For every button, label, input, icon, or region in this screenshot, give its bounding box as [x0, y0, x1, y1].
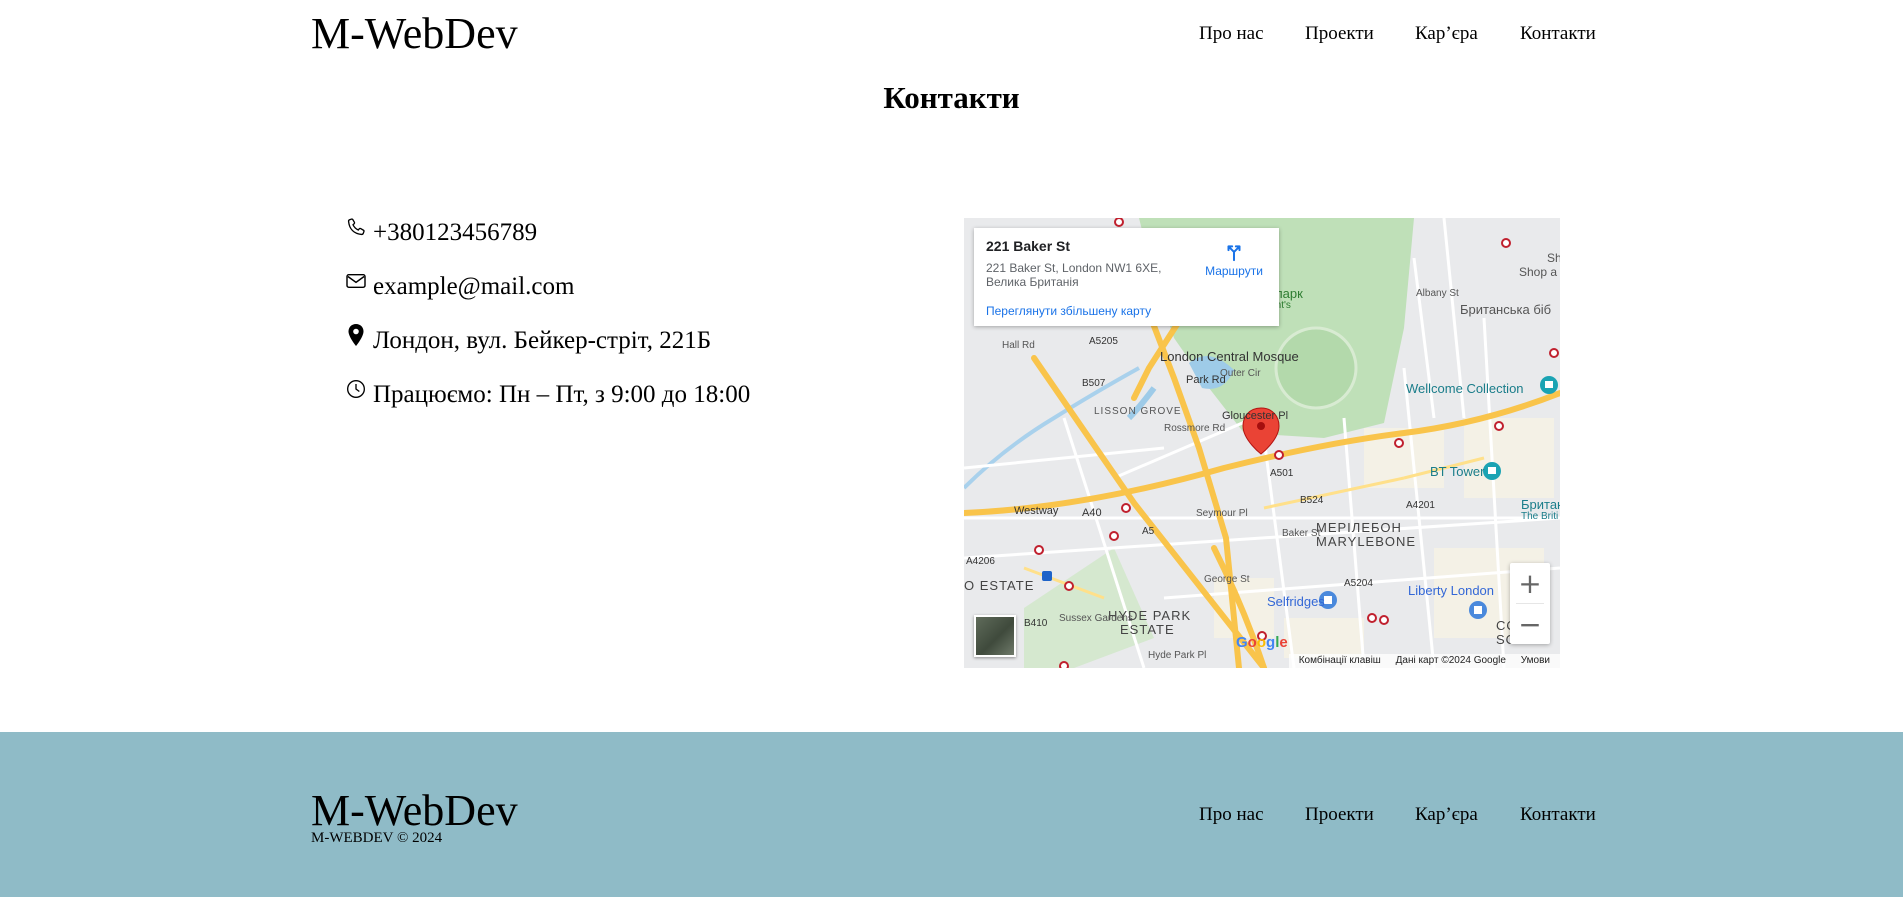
map-label-albany: Albany St: [1416, 288, 1459, 299]
site-header: M-WebDev Про нас Проекти Кар’єра Контакт…: [0, 0, 1903, 70]
map-label-marylebone: MARYLEBONE: [1316, 534, 1417, 549]
zoom-in-button[interactable]: +: [1510, 563, 1550, 603]
contact-phone: +380123456789: [345, 216, 537, 250]
map-label-a5204: A5204: [1344, 578, 1373, 589]
map-pin-icon: [345, 323, 367, 347]
footer-nav-contacts[interactable]: Контакти: [1520, 803, 1596, 827]
zoom-out-button[interactable]: −: [1510, 604, 1550, 644]
map-label-b507: B507: [1082, 378, 1106, 389]
map-card-title: 221 Baker St: [986, 238, 1071, 254]
map-label-british-museum: Британськ: [1521, 497, 1560, 512]
contact-address: Лондон, вул. Бейкер-стріт, 221Б: [345, 324, 711, 358]
footer-nav-projects[interactable]: Проекти: [1305, 803, 1374, 827]
nav-projects[interactable]: Проекти: [1305, 22, 1374, 46]
map-label-a4201: A4201: [1406, 500, 1435, 511]
zoom-controls: + −: [1510, 563, 1550, 644]
map-label-liberty: Liberty London: [1408, 583, 1495, 598]
map-label-estate: O ESTATE: [964, 578, 1035, 593]
map-label-shop2: Shop a: [1519, 265, 1558, 279]
map-label-a4206: A4206: [966, 556, 995, 567]
nav-contacts[interactable]: Контакти: [1520, 22, 1596, 46]
map-label-outer-cir: Outer Cir: [1220, 368, 1261, 379]
map-label-westway: Westway: [1014, 505, 1059, 517]
map-label-b524: B524: [1300, 495, 1324, 506]
map-label-a5205: A5205: [1089, 336, 1118, 347]
keyboard-shortcuts-link[interactable]: Комбінації клавіш: [1299, 655, 1381, 666]
map-label-british-museum-en: The Briti: [1521, 511, 1559, 522]
clock-icon: [345, 377, 367, 401]
site-footer: M-WebDev: [0, 732, 1903, 897]
terms-link[interactable]: Умови: [1521, 655, 1550, 666]
map-label-marylebone-uk: МЕРІЛЕБОН: [1316, 520, 1402, 535]
map-label-a5: A5: [1142, 526, 1155, 537]
map-label-rossmore: Rossmore Rd: [1164, 423, 1226, 434]
map-label-a501: A501: [1270, 468, 1294, 479]
map-label-a40: A40: [1082, 507, 1102, 519]
mail-icon: [345, 269, 367, 293]
map-data-text: Дані карт ©2024 Google: [1395, 655, 1506, 666]
map-info-card: 221 Baker St 221 Baker St, London NW1 6X…: [974, 228, 1279, 326]
map-label-mosque: London Central Mosque: [1160, 349, 1299, 364]
map-label-selfridges: Selfridges: [1267, 594, 1325, 609]
contact-email: example@mail.com: [345, 270, 574, 304]
map-label-b410: B410: [1024, 618, 1048, 629]
map-card-address: 221 Baker St, London NW1 6XE, Велика Бри…: [986, 261, 1162, 289]
map-label-lisson: LISSON GROVE: [1094, 406, 1182, 417]
nav-career[interactable]: Кар’єра: [1415, 22, 1478, 46]
satellite-toggle[interactable]: [974, 615, 1016, 657]
footer-nav-career[interactable]: Кар’єра: [1415, 803, 1478, 827]
map-label-shop1: Shop: [1547, 251, 1560, 265]
embedded-map[interactable]: London Central Mosque тс-парк egent's LI…: [964, 218, 1560, 668]
footer-nav-about[interactable]: Про нас: [1199, 803, 1264, 827]
map-label-sussex: Sussex Gardens: [1059, 613, 1133, 624]
page-title: Контакти: [883, 80, 1020, 115]
hours-text: Працюємо: Пн – Пт, з 9:00 до 18:00: [373, 381, 751, 408]
map-label-hyde-estate: ESTATE: [1120, 622, 1175, 637]
directions-icon: [1227, 245, 1241, 262]
phone-text[interactable]: +380123456789: [373, 219, 537, 247]
map-label-seymour: Seymour Pl: [1196, 508, 1248, 519]
site-logo[interactable]: M-WebDev: [311, 6, 518, 62]
map-label-hyde-park-pl: Hyde Park Pl: [1148, 650, 1207, 661]
map-label-george-st: George St: [1204, 574, 1250, 585]
map-label-wellcome: Wellcome Collection: [1406, 381, 1524, 396]
phone-icon: [345, 215, 367, 239]
google-logo: Google: [1236, 634, 1288, 651]
address-text: Лондон, вул. Бейкер-стріт, 221Б: [373, 327, 712, 354]
directions-button[interactable]: Маршрути: [1196, 240, 1272, 278]
larger-map-link[interactable]: Переглянути збільшену карту: [986, 304, 1151, 318]
map-label-baker-st: Baker St: [1282, 528, 1321, 539]
map-label-hall-rd: Hall Rd: [1002, 340, 1035, 351]
map-label-bt-tower: BT Tower: [1430, 464, 1485, 479]
directions-label: Маршрути: [1205, 264, 1263, 278]
email-text[interactable]: example@mail.com: [373, 273, 574, 301]
map-label-british-lib: Британська біб: [1460, 302, 1552, 317]
map-label-gloucester: Gloucester Pl: [1222, 410, 1289, 422]
footer-copyright: M-WEBDEV © 2024: [311, 830, 443, 846]
nav-about[interactable]: Про нас: [1199, 22, 1264, 46]
contact-hours: Працюємо: Пн – Пт, з 9:00 до 18:00: [345, 378, 750, 412]
map-attribution: Комбінації клавіш Дані карт ©2024 Google…: [1288, 654, 1560, 668]
